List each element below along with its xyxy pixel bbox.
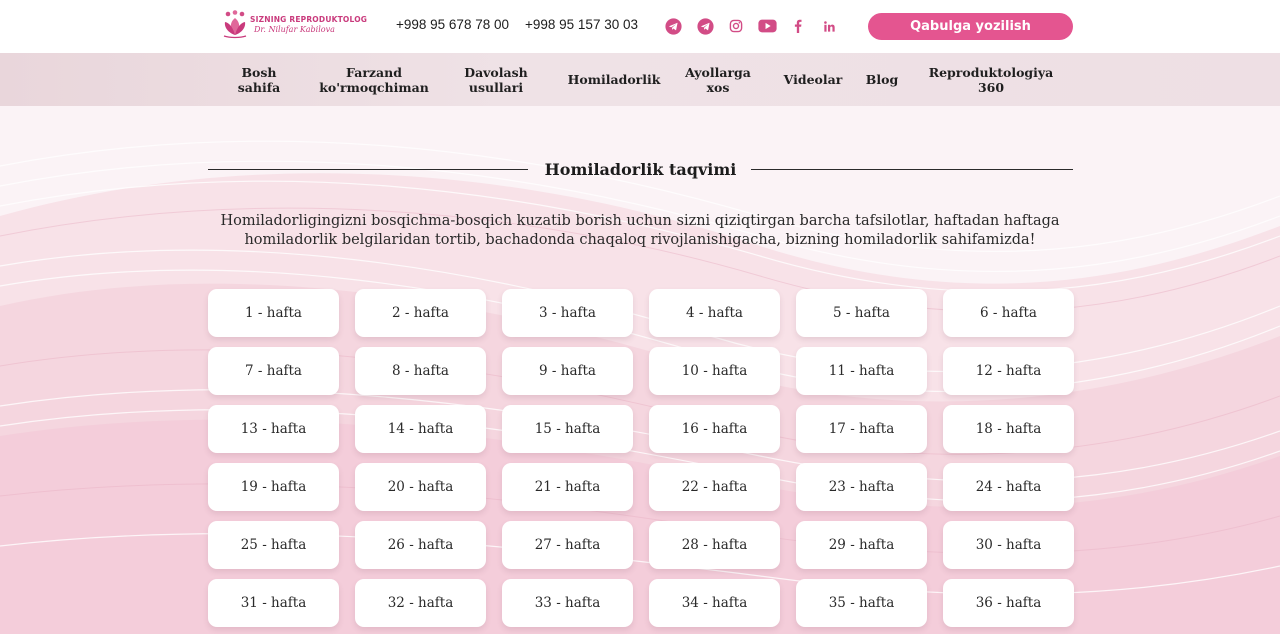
nav-item-homiladorlik[interactable]: Homiladorlik [568,53,661,106]
section-title-row: Homiladorlik taqvimi [208,160,1073,180]
nav-item-reproduktologiya[interactable]: Reproduktologiya 360 [918,53,1064,106]
week-card[interactable]: 7 - hafta [208,347,339,395]
telegram-icon[interactable] [695,16,715,36]
week-card[interactable]: 18 - hafta [943,405,1074,453]
week-card[interactable]: 17 - hafta [796,405,927,453]
week-card[interactable]: 8 - hafta [355,347,486,395]
telegram-icon[interactable] [663,16,683,36]
week-card[interactable]: 16 - hafta [649,405,780,453]
phone-link-1[interactable]: +998 95 678 78 00 [396,17,509,32]
brand-tagline: SIZNING REPRODUKTOLOG [250,15,368,24]
week-card[interactable]: 31 - hafta [208,579,339,627]
week-card[interactable]: 11 - hafta [796,347,927,395]
linkedin-icon[interactable] [819,16,839,36]
week-card[interactable]: 13 - hafta [208,405,339,453]
week-card[interactable]: 1 - hafta [208,289,339,337]
title-divider-right [751,169,1073,170]
week-card[interactable]: 14 - hafta [355,405,486,453]
main-nav: Bosh sahifa Farzand ko'rmoqchiman Davola… [0,53,1280,106]
week-card[interactable]: 28 - hafta [649,521,780,569]
week-card[interactable]: 5 - hafta [796,289,927,337]
week-card[interactable]: 35 - hafta [796,579,927,627]
instagram-icon[interactable] [726,16,746,36]
week-card[interactable]: 2 - hafta [355,289,486,337]
week-card[interactable]: 29 - hafta [796,521,927,569]
week-card[interactable]: 21 - hafta [502,463,633,511]
week-card[interactable]: 34 - hafta [649,579,780,627]
phone-link-2[interactable]: +998 95 157 30 03 [525,17,638,32]
week-card[interactable]: 3 - hafta [502,289,633,337]
week-card[interactable]: 36 - hafta [943,579,1074,627]
week-card[interactable]: 25 - hafta [208,521,339,569]
week-card[interactable]: 33 - hafta [502,579,633,627]
week-card[interactable]: 10 - hafta [649,347,780,395]
nav-item-blog[interactable]: Blog [864,53,900,106]
lotus-logo-icon [223,10,247,39]
nav-item-ayollarga-xos[interactable]: Ayollarga xos [673,53,763,106]
week-card[interactable]: 22 - hafta [649,463,780,511]
weeks-grid: 1 - hafta 2 - hafta 3 - hafta 4 - hafta 5 - … [208,289,1074,627]
youtube-icon[interactable] [757,16,777,36]
week-card[interactable]: 20 - hafta [355,463,486,511]
nav-item-farzand[interactable]: Farzand ko'rmoqchiman [319,53,429,106]
top-bar: SIZNING REPRODUKTOLOG Dr. Nilufar Kabilo… [0,0,1280,53]
book-appointment-button[interactable]: Qabulga yozilish [868,13,1073,40]
week-card[interactable]: 12 - hafta [943,347,1074,395]
week-card[interactable]: 15 - hafta [502,405,633,453]
brand-doctor-name: Dr. Nilufar Kabilova [254,25,335,34]
week-card[interactable]: 32 - hafta [355,579,486,627]
week-card[interactable]: 23 - hafta [796,463,927,511]
brand-logo[interactable]: SIZNING REPRODUKTOLOG Dr. Nilufar Kabilo… [220,9,367,41]
nav-item-videolar[interactable]: Videolar [782,53,844,106]
week-card[interactable]: 24 - hafta [943,463,1074,511]
facebook-icon[interactable] [788,16,808,36]
week-card[interactable]: 27 - hafta [502,521,633,569]
week-card[interactable]: 4 - hafta [649,289,780,337]
intro-text: Homiladorligingizni bosqichma-bosqich ku… [220,213,1060,248]
week-card[interactable]: 9 - hafta [502,347,633,395]
week-card[interactable]: 30 - hafta [943,521,1074,569]
nav-item-bosh-sahifa[interactable]: Bosh sahifa [220,53,298,106]
week-card[interactable]: 26 - hafta [355,521,486,569]
week-card[interactable]: 6 - hafta [943,289,1074,337]
nav-item-davolash[interactable]: Davolash usullari [440,53,552,106]
week-card[interactable]: 19 - hafta [208,463,339,511]
